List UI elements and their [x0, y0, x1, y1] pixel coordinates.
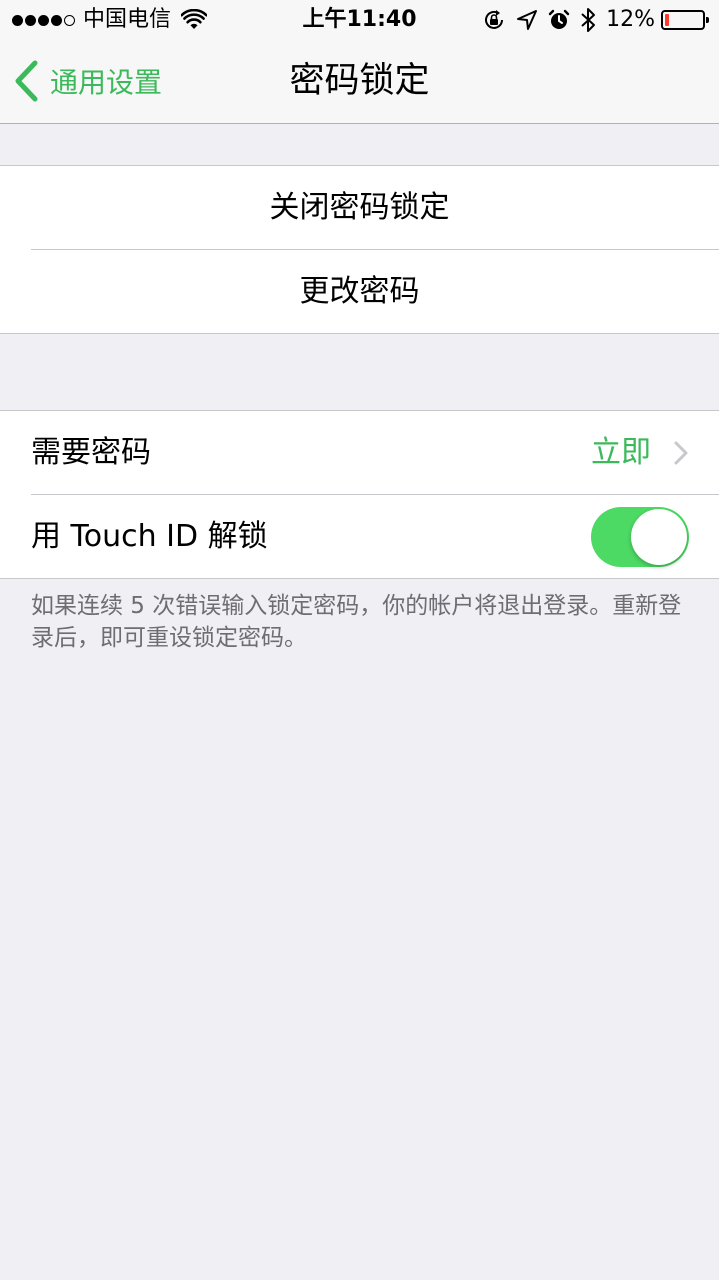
change-passcode-row[interactable]: 更改密码: [0, 250, 719, 333]
turn-off-passcode-row[interactable]: 关闭密码锁定: [0, 166, 719, 249]
battery-fill: [665, 14, 669, 26]
orientation-lock-icon: [485, 10, 504, 29]
bluetooth-icon: [581, 8, 596, 32]
touch-id-toggle[interactable]: [591, 507, 689, 567]
touch-id-row: 用 Touch ID 解锁: [0, 495, 719, 578]
passcode-actions-group: 关闭密码锁定 更改密码: [0, 165, 719, 334]
require-passcode-label: 需要密码: [31, 435, 151, 470]
battery-icon: [661, 10, 709, 30]
require-passcode-row[interactable]: 需要密码 立即: [0, 411, 719, 494]
chevron-right-icon: [674, 441, 688, 465]
page-title: 密码锁定: [289, 61, 430, 101]
turn-off-passcode-button[interactable]: 关闭密码锁定: [0, 166, 719, 249]
alarm-icon: [548, 9, 570, 29]
require-passcode-value: 立即: [591, 435, 651, 470]
footer-note: 如果连续 5 次错误输入锁定密码，你的帐户将退出登录。重新登录后，即可重设锁定密…: [31, 593, 682, 651]
touch-id-label: 用 Touch ID 解锁: [31, 519, 268, 554]
toggle-knob: [631, 509, 687, 565]
status-bar: 中国电信 上午11:40 12%: [0, 0, 719, 40]
navigation-bar: 通用设置 密码锁定: [0, 40, 719, 124]
change-passcode-button[interactable]: 更改密码: [0, 250, 719, 333]
passcode-settings-group: 需要密码 立即 用 Touch ID 解锁: [0, 410, 719, 579]
battery-percent: 12%: [606, 7, 655, 32]
location-icon: [517, 10, 538, 30]
status-right: 12%: [482, 6, 709, 34]
